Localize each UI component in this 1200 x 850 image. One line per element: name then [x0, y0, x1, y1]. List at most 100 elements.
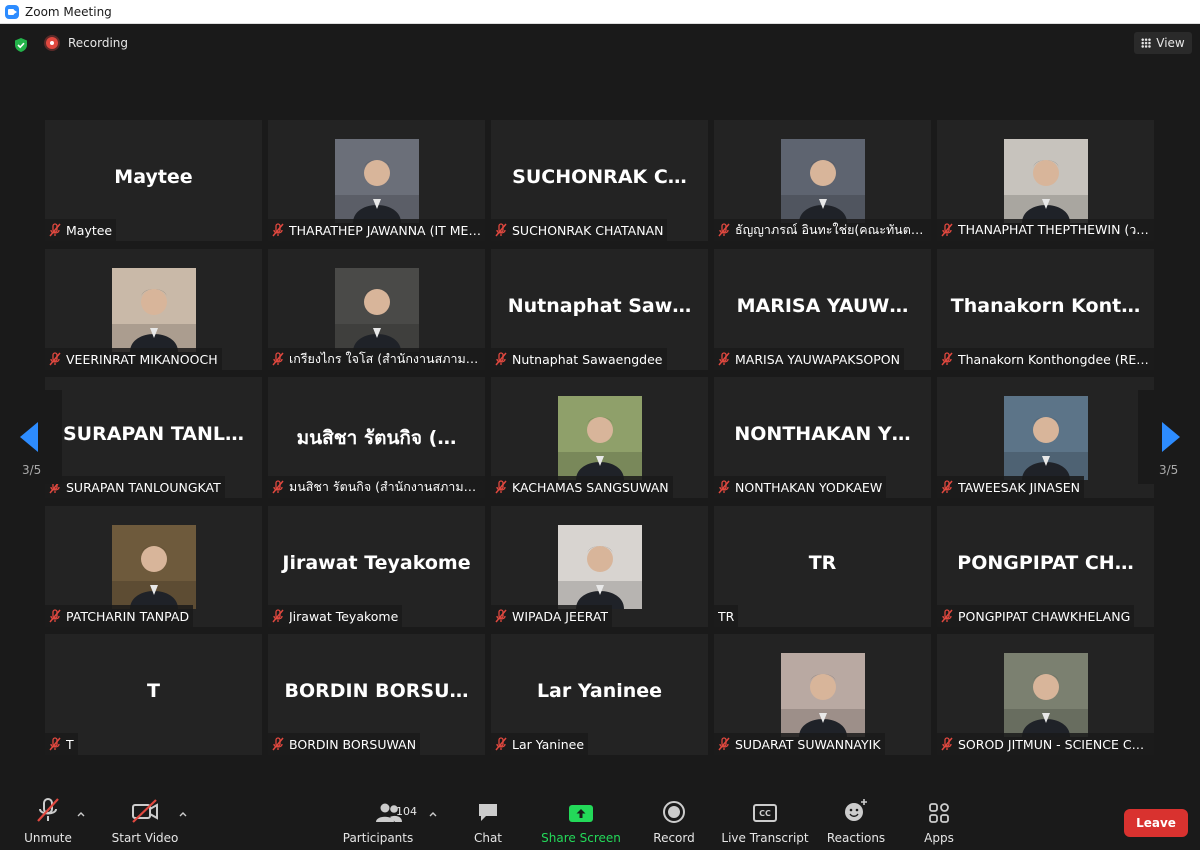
participant-name: TAWEESAK JINASEN	[958, 479, 1081, 495]
chat-button[interactable]: Chat	[468, 790, 508, 850]
participant-tile[interactable]: Nutnaphat Saw… Nutnaphat Sawaengdee	[491, 249, 708, 370]
participant-name: NONTHAKAN YODKAEW	[735, 479, 883, 495]
apps-button[interactable]: Apps	[922, 790, 956, 850]
participant-name: Nutnaphat Sawaengdee	[512, 351, 663, 367]
participant-tile[interactable]: TT	[45, 634, 262, 755]
participant-tile[interactable]: WIPADA JEERAT	[491, 506, 708, 627]
arrow-left-icon	[20, 422, 38, 452]
live-transcript-button[interactable]: CC Live Transcript	[721, 790, 809, 850]
participant-name: SUCHONRAK CHATANAN	[512, 222, 664, 238]
participant-display-name: Lar Yaninee	[536, 680, 663, 702]
video-options-chevron-up-icon[interactable]	[178, 809, 188, 819]
participant-avatar	[335, 139, 419, 223]
participant-avatar	[1004, 653, 1088, 737]
reactions-button[interactable]: Reactions	[826, 790, 886, 850]
participant-name: Maytee	[66, 222, 113, 238]
participant-name: SOROD JITMUN - SCIENCE CMU	[958, 736, 1150, 752]
participant-display-name: TR	[808, 552, 837, 574]
participant-name: T	[66, 736, 74, 752]
mic-muted-icon	[493, 351, 512, 367]
participant-tile[interactable]: VEERINRAT MIKANOOCH	[45, 249, 262, 370]
participant-name-label: ธัญญาภรณ์ อินทะใช่ย(คณะทันตแพ…	[714, 219, 931, 241]
participant-display-name: Maytee	[114, 166, 193, 188]
view-button[interactable]: View	[1134, 32, 1192, 54]
participant-display-name: SURAPAN TANL…	[62, 423, 245, 445]
mic-muted-icon	[47, 736, 66, 752]
unmute-options-chevron-up-icon[interactable]	[76, 809, 86, 819]
participant-name: ธัญญาภรณ์ อินทะใช่ย(คณะทันตแพ…	[735, 222, 927, 237]
participant-name-label: WIPADA JEERAT	[491, 605, 613, 627]
window-title: Zoom Meeting	[25, 4, 112, 19]
start-video-button[interactable]: Start Video	[110, 790, 180, 850]
participant-avatar	[781, 139, 865, 223]
participant-avatar	[558, 525, 642, 609]
participant-tile[interactable]: KACHAMAS SANGSUWAN	[491, 377, 708, 498]
participant-name: BORDIN BORSUWAN	[289, 736, 417, 752]
participant-tile[interactable]: Jirawat Teyakome Jirawat Teyakome	[268, 506, 485, 627]
participant-name: KACHAMAS SANGSUWAN	[512, 479, 669, 495]
participant-display-name: MARISA YAUW…	[736, 295, 909, 317]
participant-tile[interactable]: เกรียงไกร ใจโส (สำนักงานสภามหาวิ…	[268, 249, 485, 370]
arrow-right-icon	[1162, 422, 1180, 452]
mic-muted-icon	[47, 608, 66, 624]
participant-tile[interactable]: SURAPAN TANL… SURAPAN TANLOUNGKAT	[45, 377, 262, 498]
participant-name: VEERINRAT MIKANOOCH	[66, 351, 218, 367]
apps-label: Apps	[924, 831, 954, 845]
participant-tile[interactable]: NONTHAKAN Y… NONTHAKAN YODKAEW	[714, 377, 931, 498]
participant-tile[interactable]: Thanakorn Kont… Thanakorn Konthongdee (RE…	[937, 249, 1154, 370]
window-title-bar: Zoom Meeting	[0, 0, 1200, 24]
video-off-icon	[130, 790, 160, 824]
participant-tile[interactable]: มนสิชา รัตนกิจ (… มนสิชา รัตนกิจ (สำนักงา…	[268, 377, 485, 498]
page-indicator-left: 3/5	[22, 463, 42, 477]
participant-tile[interactable]: Maytee Maytee	[45, 120, 262, 241]
participant-display-name: Jirawat Teyakome	[282, 552, 471, 574]
participant-tile[interactable]: TAWEESAK JINASEN	[937, 377, 1154, 498]
mic-muted-icon	[35, 790, 61, 824]
participant-name-label: KACHAMAS SANGSUWAN	[491, 476, 673, 498]
unmute-label: Unmute	[24, 831, 72, 845]
closed-caption-icon: CC	[753, 790, 777, 824]
view-label: View	[1156, 36, 1185, 50]
mic-muted-icon	[47, 222, 66, 238]
participant-tile[interactable]: BORDIN BORSU… BORDIN BORSUWAN	[268, 634, 485, 755]
participants-button[interactable]: Participants	[342, 790, 414, 850]
participant-tile[interactable]: ธัญญาภรณ์ อินทะใช่ย(คณะทันตแพ…	[714, 120, 931, 241]
participant-avatar	[112, 268, 196, 352]
mic-muted-icon	[939, 351, 958, 367]
next-page-button[interactable]: 3/5	[1138, 390, 1200, 484]
participant-avatar	[335, 268, 419, 352]
participant-tile[interactable]: THANAPHAT THEPTHEWIN (วห…	[937, 120, 1154, 241]
shield-check-icon[interactable]	[13, 37, 29, 53]
participant-name-label: SOROD JITMUN - SCIENCE CMU	[937, 733, 1154, 755]
participant-tile[interactable]: SOROD JITMUN - SCIENCE CMU	[937, 634, 1154, 755]
share-screen-button[interactable]: Share Screen	[541, 790, 621, 850]
record-button[interactable]: Record	[650, 790, 698, 850]
participant-tile[interactable]: SUDARAT SUWANNAYIK	[714, 634, 931, 755]
participant-tile[interactable]: THARATHEP JAWANNA (IT MED…	[268, 120, 485, 241]
participant-tile[interactable]: PONGPIPAT CH… PONGPIPAT CHAWKHELANG	[937, 506, 1154, 627]
mic-muted-icon	[493, 736, 512, 752]
mic-muted-icon	[939, 479, 958, 495]
participant-tile[interactable]: TR TR	[714, 506, 931, 627]
participant-name-label: BORDIN BORSUWAN	[268, 733, 421, 755]
previous-page-button[interactable]: 3/5	[0, 390, 62, 484]
mic-muted-icon	[716, 351, 735, 367]
reactions-label: Reactions	[826, 831, 886, 845]
grid-view-icon	[1141, 38, 1152, 48]
participants-options-chevron-up-icon[interactable]	[428, 809, 438, 819]
participant-tile[interactable]: SUCHONRAK C… SUCHONRAK CHATANAN	[491, 120, 708, 241]
participant-tile[interactable]: Lar Yaninee Lar Yaninee	[491, 634, 708, 755]
participants-count: 104	[396, 805, 417, 818]
unmute-button[interactable]: Unmute	[22, 790, 74, 850]
recording-indicator[interactable]: Recording	[46, 36, 128, 50]
record-dot-icon	[46, 37, 58, 49]
participant-display-name: SUCHONRAK C…	[512, 166, 687, 188]
participant-display-name: มนสิชา รัตนกิจ (…	[296, 427, 457, 449]
leave-button[interactable]: Leave	[1124, 809, 1188, 837]
live-transcript-label: Live Transcript	[721, 831, 809, 845]
participant-display-name: T	[147, 680, 160, 702]
participant-tile[interactable]: PATCHARIN TANPAD	[45, 506, 262, 627]
participant-tile[interactable]: MARISA YAUW… MARISA YAUWAPAKSOPON	[714, 249, 931, 370]
recording-label: Recording	[68, 36, 129, 50]
participant-display-name: Thanakorn Kont…	[950, 295, 1141, 317]
